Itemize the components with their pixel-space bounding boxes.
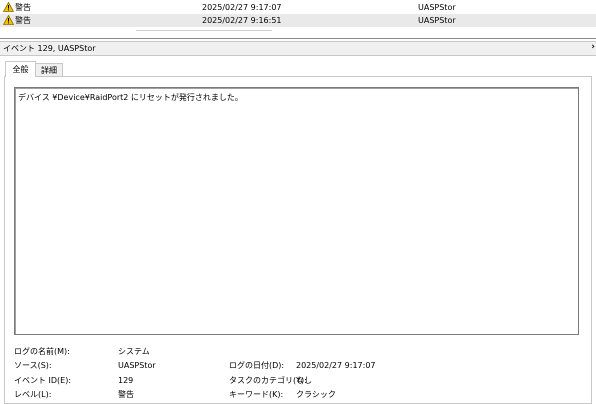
event-message-box[interactable]: デバイス ¥Device¥RaidPort2 にリセットが発行されました。: [14, 87, 579, 335]
warning-icon: [3, 2, 14, 12]
event-source: UASPStor: [418, 3, 456, 12]
event-row[interactable]: 警告 2025/02/27 9:17:07 UASPStor: [0, 1, 596, 14]
level-value: 警告: [118, 390, 134, 399]
logged-label: ログの日付(D):: [229, 361, 285, 370]
event-id-value: 129: [118, 376, 134, 385]
level-label: レベル(L):: [14, 390, 52, 399]
keywords-value: クラシック: [296, 390, 336, 399]
event-message: デバイス ¥Device¥RaidPort2 にリセットが発行されました。: [18, 93, 243, 102]
logged-value: 2025/02/27 9:17:07: [296, 361, 376, 370]
event-source: UASPStor: [418, 16, 456, 25]
tab-general[interactable]: 全般: [5, 61, 36, 77]
log-name-label: ログの名前(M):: [14, 347, 70, 356]
keywords-label: キーワード(K):: [229, 390, 284, 399]
warning-icon: [3, 15, 14, 25]
event-datetime: 2025/02/27 9:16:51: [202, 16, 282, 25]
tab-details[interactable]: 詳細: [35, 63, 63, 77]
source-label: ソース(S):: [14, 361, 52, 370]
horizontal-scrollbar[interactable]: [136, 30, 272, 31]
source-value: UASPStor: [118, 361, 156, 370]
event-title: イベント 129, UASPStor: [3, 44, 96, 53]
pane-splitter[interactable]: [0, 38, 596, 39]
log-name-value: システム: [118, 347, 150, 356]
chevron-right-icon[interactable]: ›: [591, 42, 595, 52]
event-row-selected[interactable]: 警告 2025/02/27 9:16:51 UASPStor: [0, 14, 596, 27]
task-category-value: なし: [296, 376, 312, 385]
event-level: 警告: [15, 3, 31, 12]
event-datetime: 2025/02/27 9:17:07: [202, 3, 282, 12]
event-level: 警告: [15, 16, 31, 25]
event-id-label: イベント ID(E):: [14, 376, 72, 385]
event-details-header: イベント 129, UASPStor ›: [0, 41, 596, 56]
